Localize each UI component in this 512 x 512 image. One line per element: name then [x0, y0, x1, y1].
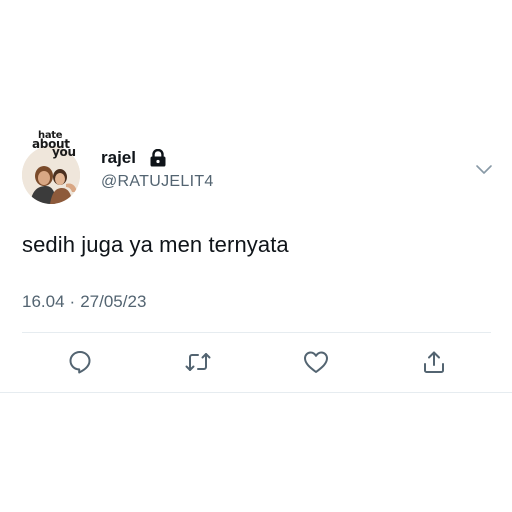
- lock-icon: [148, 148, 168, 167]
- retweet-button[interactable]: [184, 348, 212, 376]
- reply-icon: [67, 349, 93, 375]
- display-name[interactable]: rajel: [101, 148, 136, 168]
- chevron-down-icon[interactable]: [474, 162, 494, 178]
- tweet-date: 27/05/23: [80, 292, 147, 311]
- divider: [22, 332, 491, 333]
- avatar-title-line: you: [52, 145, 76, 159]
- like-button[interactable]: [302, 348, 330, 376]
- tweet-time: 16.04: [22, 292, 65, 311]
- avatar-title-text: hate about you: [30, 131, 82, 162]
- avatar[interactable]: hate about you: [22, 131, 82, 204]
- timestamp-separator: ·: [69, 292, 76, 311]
- heart-icon: [302, 349, 330, 375]
- tweet-card: hate about you rajel @RATUJELIT4 sedih j…: [0, 0, 512, 512]
- divider: [0, 392, 512, 393]
- user-handle[interactable]: @RATUJELIT4: [101, 173, 214, 191]
- share-button[interactable]: [420, 348, 448, 376]
- retweet-icon: [184, 349, 212, 375]
- share-icon: [421, 349, 447, 375]
- tweet-timestamp[interactable]: 16.04 · 27/05/23: [22, 292, 146, 312]
- tweet-text: sedih juga ya men ternyata: [22, 232, 289, 257]
- reply-button[interactable]: [66, 348, 94, 376]
